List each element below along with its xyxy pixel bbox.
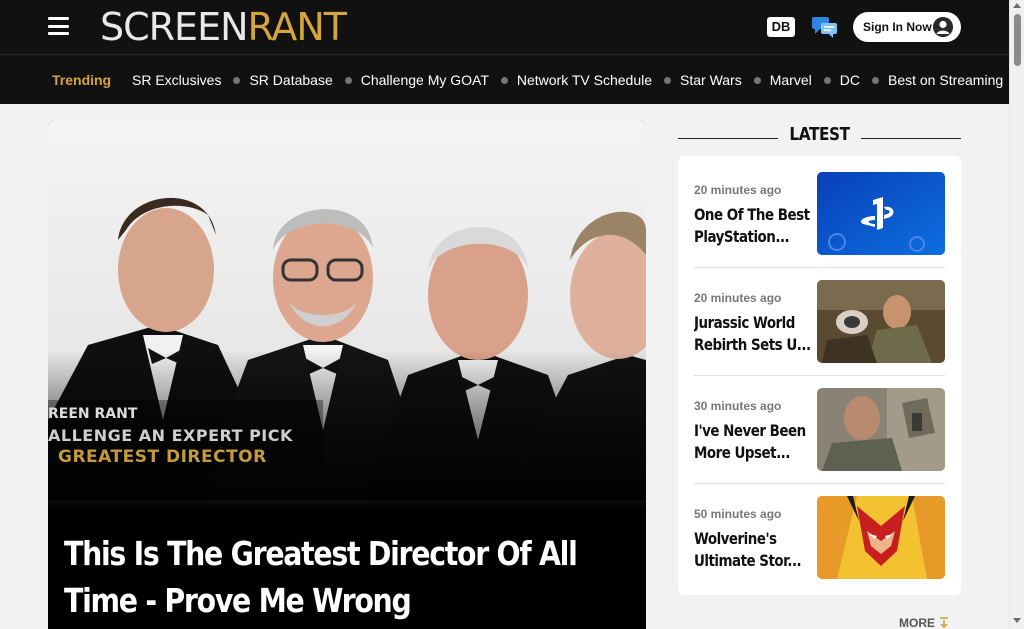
scroll-down-arrow-icon[interactable]	[1013, 618, 1021, 623]
latest-item-title[interactable]: Jurassic World Rebirth Sets U...	[694, 312, 819, 356]
page-scrollbar[interactable]	[1009, 0, 1024, 629]
hero-article-title[interactable]: This Is The Greatest Director Of All Tim…	[64, 530, 597, 624]
scroll-up-arrow-icon[interactable]	[1013, 3, 1021, 8]
hero-title-line-2: Time - Prove Me Wrong	[64, 581, 412, 620]
separator-dot	[344, 76, 352, 84]
latest-item-time: 50 minutes ago	[694, 507, 782, 521]
trending-bar: Trending SR Exclusives SR Database Chall…	[0, 54, 1009, 104]
trending-link-challenge-my-goat[interactable]: Challenge My GOAT	[361, 72, 489, 88]
trending-link-sr-database[interactable]: SR Database	[249, 72, 332, 88]
hero-title-line-1: This Is The Greatest Director Of All	[64, 534, 578, 573]
database-icon[interactable]: DB	[767, 17, 795, 37]
trending-link-marvel[interactable]: Marvel	[770, 72, 812, 88]
more-button[interactable]: MORE	[899, 616, 935, 629]
trending-label: Trending	[52, 72, 112, 88]
latest-item-thumbnail[interactable]	[817, 496, 945, 579]
separator-dot	[753, 76, 761, 84]
separator-dot	[871, 76, 879, 84]
latest-item-time: 30 minutes ago	[694, 399, 782, 413]
latest-heading-text: LATEST	[789, 124, 850, 145]
trending-link-best-on-streaming[interactable]: Best on Streaming	[888, 72, 1003, 88]
separator-dot	[500, 76, 508, 84]
menu-icon[interactable]	[48, 17, 69, 35]
trending-link-network-tv-schedule[interactable]: Network TV Schedule	[517, 72, 652, 88]
separator-dot	[233, 76, 241, 84]
sign-in-button[interactable]: Sign In Now	[853, 12, 961, 42]
arrow-down-icon[interactable]	[938, 617, 950, 629]
latest-item-title[interactable]: I've Never Been More Upset...	[694, 420, 819, 464]
user-avatar-icon	[933, 17, 953, 37]
trending-link-star-wars[interactable]: Star Wars	[680, 72, 742, 88]
overlay-line-2: GREATEST DIRECTOR	[58, 447, 267, 467]
latest-item[interactable]: 50 minutes ago Wolverine's Ultimate Stor…	[694, 480, 945, 588]
latest-item-title[interactable]: One Of The Best PlayStation...	[694, 204, 819, 248]
trending-link-dc[interactable]: DC	[840, 72, 860, 88]
latest-item[interactable]: 20 minutes ago Jurassic World Rebirth Se…	[694, 264, 945, 372]
latest-item[interactable]: 20 minutes ago One Of The Best PlayStati…	[694, 156, 945, 264]
latest-item-thumbnail[interactable]	[817, 280, 945, 363]
trending-link-sr-exclusives[interactable]: SR Exclusives	[132, 72, 221, 88]
latest-section-heading: LATEST	[678, 124, 961, 150]
latest-item-thumbnail[interactable]	[817, 172, 945, 255]
latest-item[interactable]: 30 minutes ago I've Never Been More Upse…	[694, 372, 945, 480]
site-logo[interactable]: SCREENRANT	[100, 4, 347, 50]
scrollbar-thumb[interactable]	[1014, 14, 1021, 66]
site-header: SCREENRANT DB Sign In Now	[0, 0, 1009, 54]
trending-links: SR Exclusives SR Database Challenge My G…	[132, 55, 1003, 105]
hero-article-card[interactable]: REEN RANT ALLENGE AN EXPERT PICK GREATES…	[48, 120, 646, 629]
overlay-line-1: ALLENGE AN EXPERT PICK	[48, 426, 293, 445]
chat-icon[interactable]	[811, 15, 839, 39]
latest-item-time: 20 minutes ago	[694, 291, 782, 305]
latest-item-time: 20 minutes ago	[694, 183, 782, 197]
separator-dot	[823, 76, 831, 84]
separator-dot	[664, 76, 672, 84]
latest-item-title[interactable]: Wolverine's Ultimate Stor...	[694, 528, 819, 572]
latest-item-thumbnail[interactable]	[817, 388, 945, 471]
latest-list: 20 minutes ago One Of The Best PlayStati…	[678, 156, 961, 595]
overlay-brand: REEN RANT	[48, 406, 138, 422]
sign-in-label: Sign In Now	[863, 20, 932, 34]
